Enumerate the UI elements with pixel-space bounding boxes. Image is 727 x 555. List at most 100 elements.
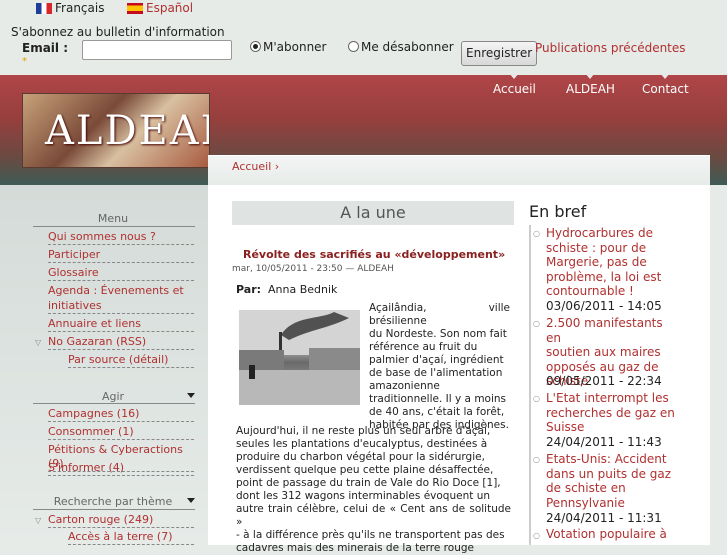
required-mark: * (22, 56, 27, 67)
email-label: Email : (22, 41, 69, 55)
en-bref-title: En bref (529, 202, 587, 221)
menu-item-cont[interactable]: initiatives (48, 299, 194, 314)
news-line: Suisse (546, 420, 585, 435)
article-line: seules les plantations d'eucalyptus, des… (236, 438, 488, 450)
bullet-icon: ○ (533, 394, 540, 403)
article-meta: mar, 10/05/2011 - 23:50 — ALDEAH (232, 264, 394, 274)
theme-subitem[interactable]: Accès à la terre (7) (68, 530, 194, 545)
news-line: Margerie, pas de (546, 255, 647, 270)
article-line: Aujourd'hui, il ne reste plus un seul ar… (236, 425, 491, 437)
chevron-down-icon[interactable] (187, 393, 195, 398)
news-line: problème, la loi est (546, 269, 662, 284)
article-line: - à la différence près qu'ils ne transpo… (236, 529, 505, 541)
en-bref-rule (529, 225, 531, 545)
news-link[interactable]: Etats-Unis: Accident dans un puits de ga… (546, 452, 681, 510)
menu-item[interactable]: Glossaire (48, 266, 194, 281)
nav-contact[interactable]: Contact (642, 73, 689, 96)
chevron-down-icon[interactable] (187, 498, 195, 503)
news-date: 24/04/2011 - 11:31 (546, 511, 662, 525)
divider (33, 226, 195, 227)
agir-title: Agir (101, 390, 125, 403)
article-line: autre train célèbre, celui de « Cent ans… (236, 503, 511, 528)
news-date: 09/05/2011 - 22:34 (546, 374, 662, 388)
agir-item[interactable]: Consommer (1) (48, 425, 194, 440)
article-line: cadavres mais des minerais de la terre r… (236, 542, 474, 554)
article-line: de base de l'alimentation (369, 367, 503, 379)
article-line: traditionnelle. Il y a moins (369, 393, 507, 405)
lang-spanish-label: Español (146, 1, 194, 15)
section-heading: A la une (232, 201, 514, 225)
subscribe-radio[interactable]: M'abonner (250, 40, 327, 54)
news-link[interactable]: L'Etat interrompt les recherches de gaz … (546, 391, 681, 435)
nav-pointer-icon (509, 73, 520, 79)
nav-accueil-label: Accueil (493, 82, 536, 96)
nav-aldeah[interactable]: ALDEAH (566, 73, 615, 96)
menu-subitem[interactable]: Par source (détail) (68, 353, 194, 368)
news-date: 03/06/2011 - 14:05 (546, 299, 662, 313)
nav-pointer-icon (585, 73, 596, 79)
lang-french[interactable]: Français (36, 1, 104, 15)
menu-item[interactable]: No Gazaran (RSS) (48, 335, 194, 350)
email-field[interactable] (82, 40, 232, 60)
news-date: 24/04/2011 - 11:43 (546, 435, 662, 449)
news-line: schiste : pour de (546, 240, 647, 255)
agir-item[interactable]: S'informer (4) (48, 461, 194, 476)
news-line: Etats-Unis: Accident (546, 452, 667, 466)
nav-aldeah-label: ALDEAH (566, 82, 615, 96)
news-link[interactable]: Hydrocarbures de schiste : pour de Marge… (546, 226, 681, 299)
article-side-text: Açailândia, ville brésilienne du Nordest… (369, 302, 510, 432)
logo-text: ALDEAH (45, 108, 209, 154)
radio-unchecked-icon (348, 41, 359, 52)
photo-scene (239, 310, 360, 405)
nav-accueil[interactable]: Accueil (493, 73, 536, 96)
news-line: de schiste en (546, 481, 626, 496)
lang-french-label: Français (55, 1, 105, 15)
article-photo (239, 310, 360, 405)
menu-item[interactable]: Qui sommes nous ? (48, 230, 194, 245)
article-line: référence au fruit du (369, 341, 478, 353)
radio-checked-icon (250, 41, 261, 52)
nav-contact-label: Contact (642, 82, 689, 96)
divider (33, 509, 195, 510)
expand-triangle-icon[interactable]: ▽ (35, 516, 41, 525)
expand-triangle-icon[interactable]: ▽ (35, 338, 41, 347)
news-line: opposés au gaz de (546, 359, 659, 374)
divider (33, 403, 195, 404)
submit-button[interactable]: Enregistrer (461, 41, 538, 66)
news-link[interactable]: Votation populaire à (546, 527, 681, 542)
breadcrumb[interactable]: Accueil › (232, 160, 279, 173)
search-theme-title: Recherche par thème (53, 495, 173, 508)
french-flag-icon (36, 3, 52, 14)
lang-spanish[interactable]: Español (127, 1, 193, 15)
site-logo[interactable]: ALDEAH (22, 93, 210, 168)
news-line: recherches de gaz en (546, 405, 675, 420)
news-line: Pennsylvanie (546, 495, 625, 510)
article-line: de 40 ans, c'était la forêt, (369, 406, 505, 418)
bullet-icon: ○ (533, 455, 540, 464)
article-line: dont les 312 wagons interminables évoque… (236, 490, 490, 502)
article-full-text: Aujourd'hui, il ne reste plus un seul ar… (236, 425, 511, 555)
news-line: dans un puits de gaz (546, 466, 672, 481)
bullet-icon: ○ (533, 229, 540, 238)
newsletter-text: S'abonnez au bulletin d'information (11, 25, 225, 39)
menu-item[interactable]: Agenda : Évenements et (48, 284, 194, 298)
theme-item[interactable]: Carton rouge (249) (48, 513, 194, 528)
menu-title: Menu (97, 212, 129, 225)
article-line: amazonienne (369, 380, 440, 392)
spanish-flag-icon (127, 3, 143, 14)
menu-item[interactable]: Participer (48, 248, 194, 263)
bullet-icon: ○ (533, 319, 540, 328)
previous-publications-link[interactable]: Publications précédentes (535, 41, 686, 55)
article-title[interactable]: Révolte des sacrifiés au «développement» (243, 248, 505, 261)
breadcrumb-bar (208, 155, 710, 186)
news-line: soutien aux maires (546, 345, 661, 360)
agir-item[interactable]: Campagnes (16) (48, 407, 194, 422)
nav-pointer-icon (660, 73, 671, 79)
unsubscribe-radio[interactable]: Me désabonner (348, 40, 454, 54)
news-line: Hydrocarbures de (546, 226, 653, 240)
author-name: Anna Bednik (268, 283, 338, 296)
author-label: Par: (236, 283, 262, 296)
article-line: palmier d'açaí, ingrédient (369, 354, 504, 366)
bullet-icon: ○ (533, 531, 540, 540)
menu-item[interactable]: Annuaire et liens (48, 317, 194, 332)
